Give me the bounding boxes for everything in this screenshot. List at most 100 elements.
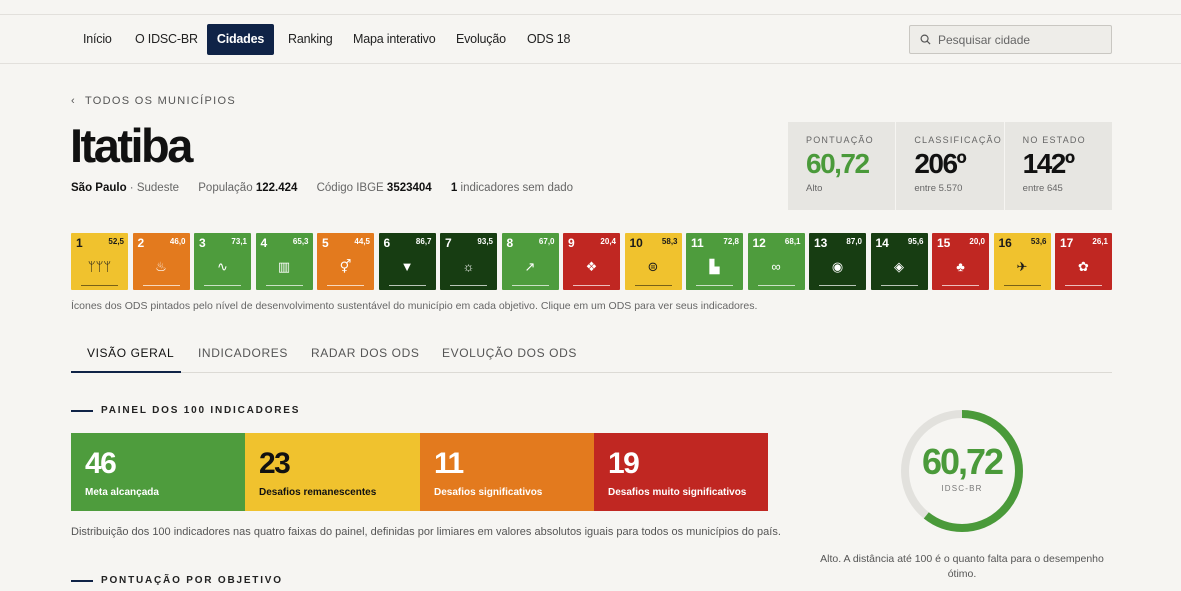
panel-cell-achieved[interactable]: 46 Meta alcançada [71, 433, 245, 511]
tab-radar-dos-ods[interactable]: RADAR DOS ODS [311, 346, 419, 360]
panel-cell-label: Desafios significativos [434, 487, 543, 498]
ods-number: 5 [322, 236, 329, 250]
tab-evolucao-dos-ods[interactable]: EVOLUÇÃO DOS ODS [442, 346, 577, 360]
ods-tiles: 1 52,5 ᛘᛘᛘ 2 46,0 ♨ 3 73,1 ∿ 4 65,3 ▥ 5 44,5 ⚥ 6 86,7 ▼ 7 9… [71, 233, 1112, 290]
ods-tile-4[interactable]: 4 65,3 ▥ [255, 233, 313, 290]
ods-tile-13[interactable]: 13 87,0 ◉ [809, 233, 866, 290]
ods-tile-14[interactable]: 14 95,6 ◈ [870, 233, 928, 290]
ods-score: 86,7 [415, 237, 432, 246]
objective-title-text: PONTUAÇÃO POR OBJETIVO [101, 575, 283, 586]
ods-bar [573, 285, 610, 286]
ods-tile-9[interactable]: 9 20,4 ❖ [563, 233, 620, 290]
tab-visao-geral[interactable]: VISÃO GERAL [87, 346, 174, 360]
book-icon: ▥ [277, 259, 291, 274]
population-value: 122.424 [255, 182, 298, 194]
ods-number: 17 [1060, 236, 1074, 250]
nav-o-idsc-br[interactable]: O IDSC-BR [123, 24, 210, 55]
ods-number: 7 [445, 236, 452, 250]
ods-bar [327, 285, 364, 286]
nav-ranking[interactable]: Ranking [276, 24, 344, 55]
chevron-left-icon: ‹ [71, 95, 76, 107]
panel-cell-remaining[interactable]: 23 Desafios remanescentes [245, 433, 420, 511]
ods-score: 65,3 [292, 237, 309, 246]
panel-caption: Distribuição dos 100 indicadores nas qua… [71, 526, 781, 538]
meta-dot: · [126, 182, 137, 194]
ods-number: 16 [998, 236, 1012, 250]
ods-bar [757, 285, 795, 286]
gauge-value: 60,72 [921, 441, 1004, 482]
stat-label: CLASSIFICAÇÃO [914, 135, 1002, 145]
ods-score: 73,1 [231, 237, 247, 246]
panel-cell-very-significant[interactable]: 19 Desafios muito significativos [594, 433, 768, 511]
ods-bar [696, 285, 733, 286]
nav-evolucao[interactable]: Evolução [444, 24, 518, 55]
search-box [909, 25, 1112, 54]
panel-cell-label: Desafios muito significativos [608, 487, 747, 498]
ods-score: 20,4 [600, 237, 616, 246]
ods-caption: Ícones dos ODS pintados pelo nível de de… [71, 300, 758, 312]
panel-cell-significant[interactable]: 11 Desafios significativos [420, 433, 594, 511]
score-summary: PONTUAÇÃO 60,72 Alto CLASSIFICAÇÃO 206º … [788, 122, 1112, 210]
panel-cell-label: Meta alcançada [85, 487, 159, 498]
nav-ods-18[interactable]: ODS 18 [515, 24, 582, 55]
tab-indicadores[interactable]: INDICADORES [198, 346, 288, 360]
missing-label: indicadores sem dado [460, 182, 574, 194]
nav-mapa-interativo[interactable]: Mapa interativo [341, 24, 447, 55]
ods-score: 72,8 [723, 237, 739, 246]
tab-bar: VISÃO GERAL INDICADORES RADAR DOS ODS EV… [71, 336, 1112, 373]
back-to-municipalities-link[interactable]: ‹ TODOS OS MUNICÍPIOS [71, 95, 236, 107]
ods-number: 1 [76, 236, 83, 250]
bowl-icon: ♨ [155, 259, 167, 274]
region-name: Sudeste [136, 182, 180, 194]
ods-tile-2[interactable]: 2 46,0 ♨ [132, 233, 190, 290]
gauge-caption: Alto. A distância até 100 é o quanto fal… [820, 553, 1104, 580]
search-input[interactable] [938, 26, 1108, 53]
ods-number: 3 [199, 236, 206, 250]
city-meta: São Paulo · Sudeste População 122.424 Có… [71, 182, 573, 194]
ods-tile-12[interactable]: 12 68,1 ∞ [747, 233, 805, 290]
eye-icon: ◉ [831, 259, 844, 274]
ods-bar [880, 285, 918, 286]
panel-cell-value: 11 [434, 447, 464, 480]
city-icon: ▙ [709, 259, 720, 274]
ods-tile-15[interactable]: 15 20,0 ♣ [932, 233, 989, 290]
ods-tile-7[interactable]: 7 93,5 ☼ [440, 233, 497, 290]
stat-score: PONTUAÇÃO 60,72 Alto [788, 122, 897, 210]
ods-bar [204, 285, 241, 286]
active-tab-indicator [71, 371, 181, 373]
sun-icon: ☼ [462, 259, 475, 274]
ods-tile-11[interactable]: 11 72,8 ▙ [686, 233, 743, 290]
ods-tile-8[interactable]: 8 67,0 ↗ [501, 233, 559, 290]
ods-number: 14 [875, 236, 889, 250]
gauge-label: IDSC-BR [941, 484, 983, 493]
panel-title-text: PAINEL DOS 100 INDICADORES [101, 405, 301, 416]
ods-bar [388, 285, 426, 286]
state-name: São Paulo [71, 182, 127, 194]
ods-number: 9 [568, 236, 575, 250]
ods-tile-10[interactable]: 10 58,3 ⊜ [624, 233, 682, 290]
ods-tile-17[interactable]: 17 26,1 ✿ [1055, 233, 1112, 290]
ods-tile-1[interactable]: 1 52,5 ᛘᛘᛘ [71, 233, 128, 290]
ods-score: 26,1 [1092, 237, 1108, 246]
ods-number: 12 [752, 236, 766, 250]
nav-cidades[interactable]: Cidades [207, 24, 274, 55]
cubes-icon: ❖ [585, 259, 598, 274]
ods-score: 87,0 [846, 237, 862, 246]
ods-score: 53,6 [1030, 237, 1047, 246]
section-dash [71, 579, 93, 582]
ods-bar [1065, 285, 1102, 286]
objective-score-section-title: PONTUAÇÃO POR OBJETIVO [71, 575, 283, 586]
ibge-label: Código IBGE [316, 182, 384, 194]
stat-value: 206º [914, 148, 966, 179]
ods-tile-3[interactable]: 3 73,1 ∿ [194, 233, 251, 290]
ods-number: 15 [937, 236, 951, 250]
panel-cell-label: Desafios remanescentes [259, 487, 377, 498]
ods-tile-5[interactable]: 5 44,5 ⚥ [317, 233, 374, 290]
ods-tile-16[interactable]: 16 53,6 ✈ [993, 233, 1051, 290]
stat-value: 142º [1022, 148, 1075, 179]
ods-number: 11 [691, 236, 704, 250]
ods-tile-6[interactable]: 6 86,7 ▼ [378, 233, 436, 290]
stat-state-rank: NO ESTADO 142º entre 645 [1005, 122, 1112, 210]
nav-inicio[interactable]: Início [71, 24, 124, 55]
ods-bar [450, 285, 487, 286]
